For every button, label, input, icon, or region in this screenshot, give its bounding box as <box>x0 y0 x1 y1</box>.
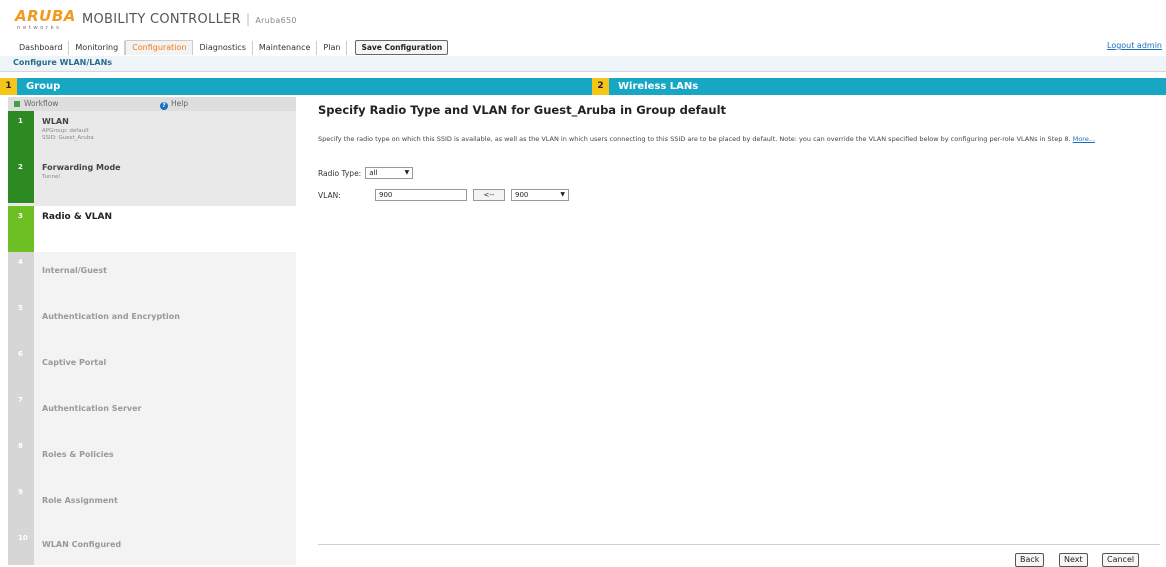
vlan-input[interactable]: 900 <box>375 189 467 201</box>
step-number: 5 <box>18 304 23 312</box>
help-label: Help <box>171 99 189 108</box>
breadcrumb: Configure WLAN/LANs <box>0 56 1166 72</box>
main-nav: Dashboard Monitoring Configuration Diagn… <box>13 40 449 55</box>
help-icon: ? <box>160 102 168 110</box>
workflow-label: Workflow <box>24 99 59 108</box>
stepbar-wireless-lans: 2 Wireless LANs <box>592 78 1166 95</box>
stepbar-wlans-label: Wireless LANs <box>618 81 699 92</box>
sidebar-step-wlan[interactable]: 1 WLAN APGroup: default SSID: Guest_Arub… <box>8 111 296 157</box>
step-detail: SSID: Guest_Aruba <box>42 135 94 141</box>
sidebar-step-roles-policies[interactable]: 8 Roles & Policies <box>8 436 296 482</box>
page-title: Configure WLAN/LANs <box>13 58 113 67</box>
sidebar-step-internal-guest[interactable]: 4 Internal/Guest <box>8 252 296 298</box>
vlan-label: VLAN: <box>318 190 341 200</box>
tab-maintenance[interactable]: Maintenance <box>253 40 318 55</box>
step-number: 4 <box>18 258 23 266</box>
dropdown-caret-icon: ▼ <box>560 191 565 198</box>
step-number: 2 <box>18 163 23 171</box>
vlan-select-value: 900 <box>515 191 529 199</box>
more-link[interactable]: More... <box>1073 135 1095 143</box>
controller-hostname: Aruba650 <box>255 16 297 25</box>
vlan-row: VLAN: 900 <-- 900 ▼ <box>318 189 569 201</box>
product-title: MOBILITY CONTROLLER | Aruba650 <box>82 12 297 27</box>
step-title: Roles & Policies <box>42 450 114 459</box>
step-title: Captive Portal <box>42 358 107 367</box>
radio-type-value: all <box>369 169 378 177</box>
main-panel: Specify Radio Type and VLAN for Guest_Ar… <box>318 97 1160 567</box>
sidebar-step-authentication-encryption[interactable]: 5 Authentication and Encryption <box>8 298 296 344</box>
title-separator: | <box>245 12 251 26</box>
footer-divider <box>318 544 1160 545</box>
sidebar-step-role-assignment[interactable]: 9 Role Assignment <box>8 482 296 528</box>
step-number: 1 <box>18 117 23 125</box>
step-title: Internal/Guest <box>42 266 107 275</box>
tab-diagnostics[interactable]: Diagnostics <box>193 40 253 55</box>
tab-plan[interactable]: Plan <box>317 40 348 55</box>
logout-link[interactable]: Logout admin <box>1107 41 1162 50</box>
step-title: Radio & VLAN <box>42 212 113 222</box>
workflow-square-icon <box>14 101 20 107</box>
vlan-copy-button[interactable]: <-- <box>473 189 505 201</box>
step-detail: Tunnel <box>42 174 60 180</box>
step-number: 8 <box>18 442 23 450</box>
tab-dashboard[interactable]: Dashboard <box>13 40 70 55</box>
tab-configuration[interactable]: Configuration <box>125 40 194 55</box>
sidebar-step-forwarding-mode[interactable]: 2 Forwarding Mode Tunnel <box>8 157 296 203</box>
step-number: 7 <box>18 396 23 404</box>
sidebar-step-wlan-configured[interactable]: 10 WLAN Configured <box>8 528 296 565</box>
save-configuration-button[interactable]: Save Configuration <box>355 40 449 55</box>
step-title: Forwarding Mode <box>42 163 121 172</box>
stepbar-group-number: 1 <box>0 78 17 95</box>
step-number: 6 <box>18 350 23 358</box>
stepbar-wlans-number: 2 <box>592 78 609 95</box>
product-name: MOBILITY CONTROLLER <box>82 12 241 27</box>
radio-type-label: Radio Type: <box>318 168 362 178</box>
radio-type-row: Radio Type: all ▼ <box>318 167 414 179</box>
step-title: Authentication and Encryption <box>42 312 180 321</box>
step-title: WLAN Configured <box>42 540 122 549</box>
radio-type-select[interactable]: all ▼ <box>365 167 414 179</box>
vlan-select[interactable]: 900 ▼ <box>511 189 569 201</box>
step-number: 10 <box>18 534 28 542</box>
dropdown-caret-icon: ▼ <box>404 169 410 176</box>
description-text: Specify the radio type on which this SSI… <box>318 135 1071 143</box>
stepbar-group-label: Group <box>26 81 61 92</box>
workflow-sidebar: Workflow ? Help 1 WLAN APGroup: default S… <box>8 97 296 565</box>
step-title: Authentication Server <box>42 404 142 413</box>
section-description: Specify the radio type on which this SSI… <box>318 135 1148 144</box>
sidebar-step-captive-portal[interactable]: 6 Captive Portal <box>8 344 296 390</box>
sidebar-step-authentication-server[interactable]: 7 Authentication Server <box>8 390 296 436</box>
sidebar-step-radio-vlan[interactable]: 3 Radio & VLAN <box>8 206 296 252</box>
step-title: WLAN <box>42 117 69 126</box>
sidebar-header: Workflow ? Help <box>8 97 296 111</box>
step-title: Role Assignment <box>42 496 118 505</box>
app-header: ARUBA networks MOBILITY CONTROLLER | Aruba… <box>0 0 1166 38</box>
step-number: 3 <box>18 212 23 220</box>
aruba-logo: ARUBA networks <box>15 7 76 35</box>
logo-wordmark: ARUBA <box>15 7 76 25</box>
step-number: 9 <box>18 488 23 496</box>
section-heading: Specify Radio Type and VLAN for Guest_Ar… <box>318 103 727 117</box>
step-detail: APGroup: default <box>42 128 89 134</box>
stepbar-group: 1 Group <box>0 78 592 95</box>
logo-subtitle: networks <box>17 25 62 31</box>
help-link[interactable]: ? Help <box>160 99 188 110</box>
tab-monitoring[interactable]: Monitoring <box>69 40 126 55</box>
